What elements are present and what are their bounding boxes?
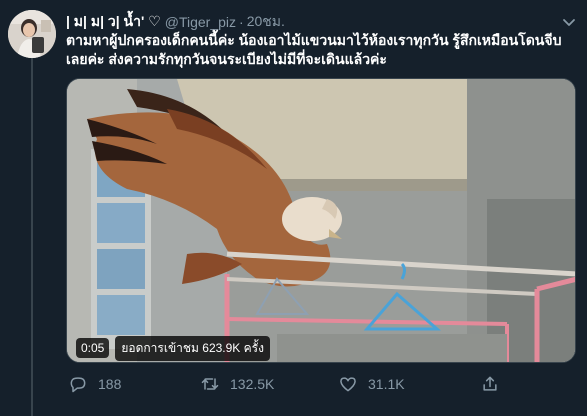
timestamp[interactable]: 20ชม.	[247, 11, 285, 33]
tweet-actions: 188 132.5K 31.1K	[66, 372, 576, 396]
tweet-text: ตามหาผู้ปกครองเด็กคนนี้ค่ะ น้องเอาไม้แขว…	[66, 31, 576, 69]
tweet-text-line-1: ตามหาผู้ปกครองเด็กคนนี้ค่ะ น้องเอาไม้แขว…	[66, 32, 562, 48]
share-icon	[483, 376, 497, 391]
avatar[interactable]	[8, 10, 56, 58]
chevron-down-icon[interactable]	[561, 14, 577, 30]
display-name[interactable]: | ม| ม| ว| น้ำ' ♡	[66, 11, 161, 33]
video-duration: 0:05	[76, 338, 110, 358]
reply-icon	[70, 377, 86, 393]
like-button[interactable]: 31.1K	[338, 372, 405, 396]
share-button[interactable]	[480, 372, 510, 396]
separator-dot: ·	[239, 14, 244, 30]
video-overlay: 0:05 ยอดการเข้าชม 623.9K ครั้ง	[76, 335, 270, 361]
tweet-text-line-2: เลยค่ะ ส่งความรักทุกวันจนระเบียงไม่มีที่…	[66, 51, 387, 67]
reply-button[interactable]: 188	[68, 372, 121, 396]
video-frame	[67, 79, 575, 362]
video-view-count: ยอดการเข้าชม 623.9K ครั้ง	[115, 335, 270, 361]
avatar-image	[8, 10, 56, 58]
retweet-button[interactable]: 132.5K	[200, 372, 274, 396]
tweet[interactable]: | ม| ม| ว| น้ำ' ♡ @Tiger_piz · 20ชม. ตาม…	[0, 0, 587, 416]
like-count: 31.1K	[368, 376, 405, 392]
user-handle[interactable]: @Tiger_piz	[165, 14, 236, 30]
retweet-count: 132.5K	[230, 376, 275, 392]
tweet-header: | ม| ม| ว| น้ำ' ♡ @Tiger_piz · 20ชม.	[66, 12, 285, 32]
retweet-icon	[201, 378, 219, 390]
thread-line	[31, 56, 33, 416]
heart-icon	[340, 377, 356, 392]
reply-count: 188	[98, 376, 122, 392]
video-player[interactable]	[66, 78, 576, 363]
